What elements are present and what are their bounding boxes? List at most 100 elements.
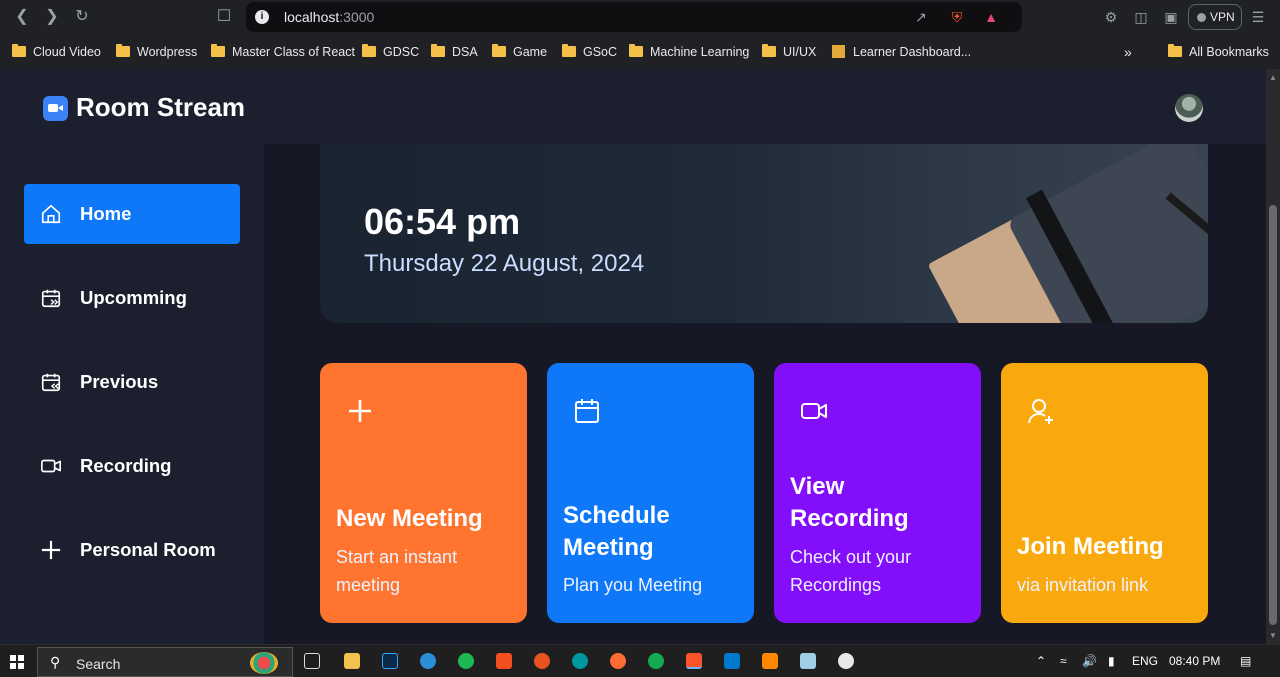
avatar[interactable] bbox=[1175, 94, 1203, 122]
folder-icon bbox=[562, 44, 576, 57]
menu-icon[interactable]: ☰ bbox=[1249, 8, 1267, 26]
search-icon: ⚲ bbox=[50, 654, 61, 670]
address-bar[interactable]: i localhost:3000 ↗ ⛨ ▲ bbox=[246, 2, 1022, 32]
bookmark-folder[interactable]: Game bbox=[492, 43, 547, 61]
browser-chrome: ❮ ❯ ↻ ☐ i localhost:3000 ↗ ⛨ ▲ ⚙ ◫ ▣ VPN… bbox=[0, 0, 1280, 69]
sidebar-item-label: Upcomming bbox=[80, 287, 187, 308]
bookmark-icon[interactable]: ☐ bbox=[214, 7, 234, 27]
vlc-icon[interactable] bbox=[762, 653, 778, 669]
folder-icon bbox=[629, 44, 643, 57]
notes-icon[interactable] bbox=[800, 653, 816, 669]
sidebar-item-upcoming[interactable]: Upcomming bbox=[24, 268, 240, 328]
edge-icon[interactable] bbox=[420, 653, 436, 669]
bookmark-folder[interactable]: Cloud Video bbox=[12, 43, 101, 61]
top-navbar: Room Stream bbox=[0, 69, 1266, 144]
extensions-icon[interactable]: ⚙ bbox=[1102, 8, 1120, 26]
bookmark-link[interactable]: Learner Dashboard... bbox=[832, 43, 971, 61]
app-root: Room Stream Home Upcomming Previous Reco… bbox=[0, 69, 1266, 644]
calendar-icon bbox=[575, 399, 599, 423]
plus-icon bbox=[349, 400, 371, 422]
sidebar: Home Upcomming Previous Recording Person… bbox=[0, 144, 264, 644]
current-time: 06:54 pm bbox=[364, 201, 521, 242]
calendar-back-icon bbox=[41, 373, 61, 392]
photoshop-icon[interactable] bbox=[382, 653, 398, 669]
mongodb-icon[interactable] bbox=[648, 653, 664, 669]
logo-icon[interactable] bbox=[43, 96, 68, 121]
sidebar-item-home[interactable]: Home bbox=[24, 184, 240, 244]
scrollbar[interactable]: ▲ ▼ bbox=[1266, 69, 1280, 644]
file-explorer-icon[interactable] bbox=[344, 653, 360, 669]
sidebar-item-recording[interactable]: Recording bbox=[24, 436, 240, 496]
card-title: Schedule Meeting bbox=[563, 502, 670, 561]
bookmark-folder[interactable]: Master Class of React bbox=[211, 43, 355, 61]
vscode-icon[interactable] bbox=[724, 653, 740, 669]
taskbar: ⚲ Search ⌃ ≈ 🔊 ▮ ENG 08:40 PM ▤ bbox=[0, 644, 1280, 677]
card-title: Join Meeting bbox=[1017, 533, 1164, 560]
reload-icon[interactable]: ↻ bbox=[72, 7, 92, 27]
bookmark-folder[interactable]: Wordpress bbox=[116, 43, 197, 61]
clock[interactable]: 08:40 PM bbox=[1169, 654, 1220, 668]
search-highlight-icon bbox=[250, 652, 278, 674]
sidebar-item-personal-room[interactable]: Personal Room bbox=[24, 520, 240, 580]
arduino-icon[interactable] bbox=[572, 653, 588, 669]
back-icon[interactable]: ❮ bbox=[12, 7, 32, 27]
bookmark-folder[interactable]: DSA bbox=[431, 43, 478, 61]
vpn-label: VPN bbox=[1210, 10, 1235, 24]
search-placeholder: Search bbox=[76, 656, 121, 672]
bookmark-folder[interactable]: Machine Learning bbox=[629, 43, 749, 61]
slack-icon[interactable] bbox=[838, 653, 854, 669]
schedule-meeting-card[interactable]: Schedule Meeting Plan you Meeting bbox=[547, 363, 754, 623]
folder-icon bbox=[762, 44, 776, 57]
url-text[interactable]: localhost:3000 bbox=[284, 9, 374, 25]
bookmark-folder[interactable]: GSoC bbox=[562, 43, 617, 61]
brave-browser-icon[interactable] bbox=[686, 653, 702, 669]
brand-title[interactable]: Room Stream bbox=[76, 92, 245, 123]
sidebar-item-label: Previous bbox=[80, 371, 159, 392]
view-recording-card[interactable]: View Recording Check out your Recordings bbox=[774, 363, 981, 623]
folder-icon bbox=[431, 44, 445, 57]
ubuntu-icon[interactable] bbox=[534, 653, 550, 669]
new-meeting-card[interactable]: New Meeting Start an instant meeting bbox=[320, 363, 527, 623]
figma-icon[interactable] bbox=[496, 653, 512, 669]
card-title: View Recording bbox=[790, 473, 909, 532]
vpn-status-icon bbox=[1197, 13, 1206, 22]
all-bookmarks[interactable]: All Bookmarks bbox=[1168, 43, 1269, 61]
notifications-icon[interactable]: ▤ bbox=[1240, 654, 1251, 668]
tray-overflow-icon[interactable]: ⌃ bbox=[1036, 654, 1046, 668]
folder-icon bbox=[116, 44, 130, 57]
folder-icon bbox=[12, 44, 26, 57]
folder-icon bbox=[362, 44, 376, 57]
folder-icon bbox=[1168, 44, 1182, 57]
postman-icon[interactable] bbox=[610, 653, 626, 669]
brave-shield-icon[interactable]: ⛨ bbox=[948, 8, 966, 26]
bookmark-folder[interactable]: UI/UX bbox=[762, 43, 816, 61]
forward-icon[interactable]: ❯ bbox=[42, 7, 62, 27]
card-subtitle: Check out your Recordings bbox=[790, 547, 912, 595]
volume-icon[interactable]: 🔊 bbox=[1082, 654, 1097, 668]
taskbar-search[interactable]: ⚲ Search bbox=[37, 647, 293, 677]
scroll-down-icon[interactable]: ▼ bbox=[1269, 631, 1277, 640]
scroll-up-icon[interactable]: ▲ bbox=[1269, 73, 1277, 82]
windows-start-icon[interactable] bbox=[10, 655, 24, 669]
wallet-icon[interactable]: ▣ bbox=[1162, 8, 1180, 26]
join-meeting-card[interactable]: Join Meeting via invitation link bbox=[1001, 363, 1208, 623]
scrollbar-thumb[interactable] bbox=[1269, 205, 1277, 625]
folder-icon bbox=[492, 44, 506, 57]
bookmark-folder[interactable]: GDSC bbox=[362, 43, 419, 61]
site-info-icon[interactable]: i bbox=[255, 10, 269, 24]
sidebar-toggle-icon[interactable]: ◫ bbox=[1132, 8, 1150, 26]
current-date: Thursday 22 August, 2024 bbox=[364, 250, 645, 277]
card-subtitle: Plan you Meeting bbox=[563, 575, 703, 595]
browser-toolbar: ❮ ❯ ↻ ☐ i localhost:3000 ↗ ⛨ ▲ ⚙ ◫ ▣ VPN… bbox=[0, 0, 1280, 34]
bookmarks-overflow[interactable]: » bbox=[1124, 43, 1132, 61]
share-icon[interactable]: ↗ bbox=[912, 8, 930, 26]
language-indicator[interactable]: ENG bbox=[1132, 654, 1158, 668]
vpn-button[interactable]: VPN bbox=[1188, 4, 1242, 30]
battery-icon[interactable]: ▮ bbox=[1108, 654, 1115, 668]
brave-rewards-icon[interactable]: ▲ bbox=[982, 8, 1000, 26]
wifi-icon[interactable]: ≈ bbox=[1060, 654, 1067, 668]
sidebar-item-previous[interactable]: Previous bbox=[24, 352, 240, 412]
spotify-icon[interactable] bbox=[458, 653, 474, 669]
task-view-icon[interactable] bbox=[304, 653, 320, 669]
card-title: New Meeting bbox=[336, 505, 483, 532]
